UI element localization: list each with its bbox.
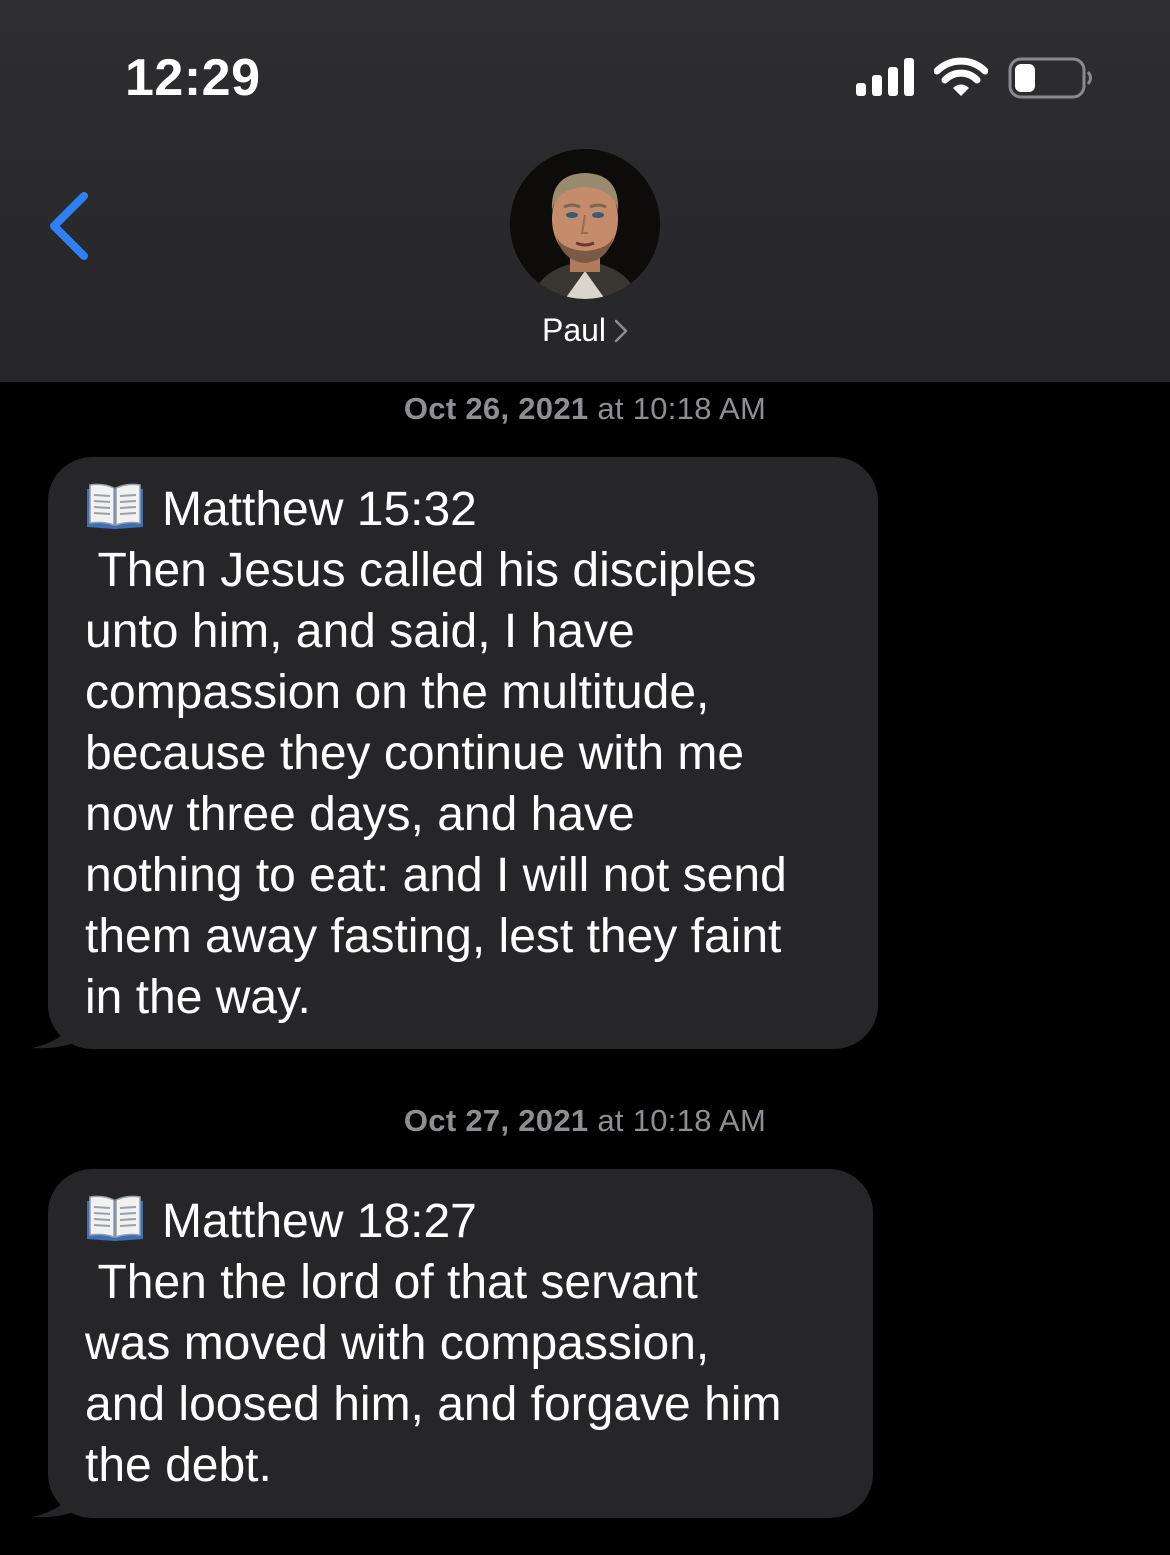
conversation-header: 12:29 Paul: [0, 0, 1170, 382]
timestamp-time: at 10:18 AM: [588, 1103, 767, 1138]
message-timestamp: Oct 26, 2021 at 10:18 AM: [0, 391, 1170, 427]
verse-reference-line: Matthew 18:27: [85, 1191, 837, 1252]
message-line: and loosed him, and forgave him: [85, 1378, 782, 1431]
message-line: Then Jesus called his disciples: [85, 544, 757, 597]
open-book-icon: [87, 483, 143, 529]
signal-icon: [856, 58, 914, 96]
verse-reference: Matthew 18:27: [162, 1195, 477, 1248]
message-line: compassion on the multitude,: [85, 666, 710, 719]
status-time: 12:29: [125, 49, 261, 107]
message-bubble[interactable]: Matthew 15:32 Then Jesus called his disc…: [48, 457, 878, 1049]
message-line: now three days, and have: [85, 788, 635, 841]
chevron-left-icon[interactable]: [40, 188, 100, 264]
wifi-icon: [934, 57, 988, 96]
message-line: because they continue with me: [85, 727, 745, 780]
timestamp-date: Oct 27, 2021: [403, 1103, 589, 1138]
timestamp-date: Oct 26, 2021: [403, 391, 589, 426]
avatar-photo: [510, 149, 660, 299]
message-line: was moved with compassion,: [85, 1317, 710, 1370]
verse-reference-line: Matthew 15:32: [85, 479, 842, 540]
message-line: Then the lord of that servant: [85, 1256, 698, 1309]
timestamp-time: at 10:18 AM: [588, 391, 767, 426]
battery-icon: [1008, 57, 1092, 99]
message-line: them away fasting, lest they faint: [85, 910, 782, 963]
message-line: nothing to eat: and I will not send: [85, 849, 787, 902]
contact-avatar[interactable]: [510, 149, 660, 299]
contact-name-button[interactable]: Paul: [500, 312, 670, 356]
open-book-icon: [87, 1195, 143, 1241]
chevron-right-icon: [614, 319, 628, 342]
contact-name: Paul: [541, 312, 607, 348]
verse-reference: Matthew 15:32: [162, 483, 477, 536]
message-bubble[interactable]: Matthew 18:27 Then the lord of that serv…: [48, 1169, 873, 1518]
message-line: the debt.: [85, 1439, 272, 1492]
message-timestamp: Oct 27, 2021 at 10:18 AM: [0, 1103, 1170, 1139]
message-line: unto him, and said, I have: [85, 605, 635, 658]
message-line: in the way.: [85, 971, 311, 1024]
